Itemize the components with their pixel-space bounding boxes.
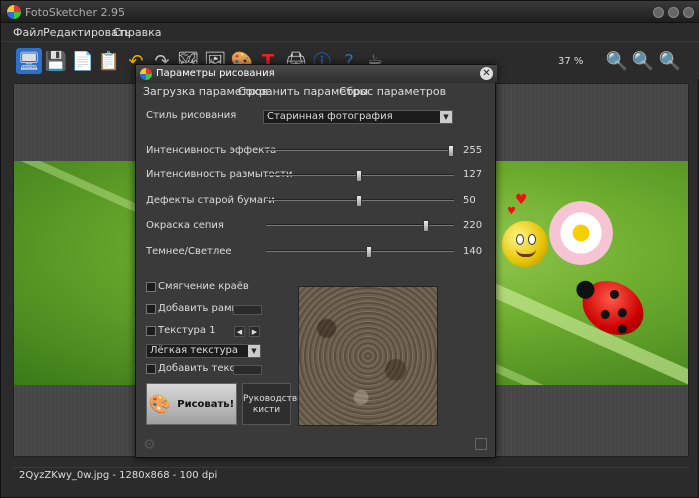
slider-sepia[interactable] xyxy=(266,220,454,232)
reset-settings-menu[interactable]: Сброс параметров xyxy=(339,85,446,98)
smiley-image xyxy=(502,221,548,267)
smooth-edges-label: Смягчение краёв xyxy=(158,281,249,292)
slider-label-paper: Дефекты старой бумаги xyxy=(146,195,275,206)
slider-brightness[interactable] xyxy=(266,246,454,258)
dialog-title: Параметры рисования xyxy=(156,68,275,79)
style-label: Стиль рисования xyxy=(146,110,237,121)
app-logo-icon xyxy=(140,68,152,80)
gear-icon[interactable]: ⚙ xyxy=(143,438,157,452)
slider-blur[interactable] xyxy=(266,170,454,182)
texture-prev-button[interactable]: ◀ xyxy=(234,326,245,337)
drawing-settings-dialog: Параметры рисования ✕ Загрузка параметро… xyxy=(135,64,497,458)
texture-preview xyxy=(298,286,438,426)
chevron-down-icon: ▼ xyxy=(440,111,452,123)
menu-help[interactable]: Справка xyxy=(113,26,161,39)
zoom-out-icon[interactable]: 🔍 xyxy=(630,48,656,74)
draw-button-label: Рисовать! xyxy=(177,398,235,410)
add-frame-label: Добавить рамку xyxy=(158,303,244,314)
brush-guide-line2: кисти xyxy=(252,405,281,415)
style-select[interactable]: Старинная фотография ▼ xyxy=(263,110,453,124)
copy-icon[interactable]: 📄 xyxy=(70,48,96,74)
paste-icon[interactable]: 📋 xyxy=(96,48,122,74)
save-icon[interactable]: 💾 xyxy=(43,48,69,74)
title-bar: FotoSketcher 2.95 xyxy=(1,1,699,23)
zoom-in-icon[interactable]: 🔍 xyxy=(604,48,630,74)
slider-effect[interactable] xyxy=(266,145,454,157)
palette-icon: 🎨 xyxy=(148,393,172,415)
slider-thumb[interactable] xyxy=(448,145,454,157)
slider-label-effect: Интенсивность эффекта xyxy=(146,145,277,156)
slider-value-paper: 50 xyxy=(463,195,476,206)
texture-next-button[interactable]: ▶ xyxy=(249,326,260,337)
add-frame-checkbox[interactable] xyxy=(146,304,156,314)
add-text-label: Добавить текст xyxy=(158,363,241,374)
brush-guide-line1: Руководство xyxy=(243,394,303,404)
flower-image xyxy=(549,201,613,265)
menu-bar: Файл Редактировать Справка xyxy=(1,23,699,41)
heart-icon: ♥ xyxy=(507,206,516,217)
brush-guide-button[interactable]: Руководство кисти xyxy=(242,383,303,425)
chevron-down-icon: ▼ xyxy=(248,345,260,357)
slider-thumb[interactable] xyxy=(366,246,372,258)
close-button[interactable] xyxy=(683,7,694,18)
resize-icon[interactable] xyxy=(475,438,487,450)
text-options-button[interactable] xyxy=(233,365,262,375)
menu-file[interactable]: Файл xyxy=(13,26,43,39)
texture-select-value: Лёгкая текстура xyxy=(150,345,239,356)
slider-thumb[interactable] xyxy=(356,170,362,182)
slider-label-sepia: Окраска сепия xyxy=(146,220,224,231)
frame-options-button[interactable] xyxy=(233,305,262,315)
slider-value-blur: 127 xyxy=(463,169,483,180)
heart-icon: ♥ xyxy=(515,192,528,208)
smooth-edges-checkbox[interactable] xyxy=(146,282,156,292)
zoom-level: 37 % xyxy=(558,56,584,67)
style-select-value: Старинная фотография xyxy=(267,111,393,122)
maximize-button[interactable] xyxy=(668,7,679,18)
slider-value-brightness: 140 xyxy=(463,246,483,257)
slider-value-sepia: 220 xyxy=(463,220,483,231)
slider-label-brightness: Темнее/Светлее xyxy=(146,246,232,257)
slider-paper[interactable] xyxy=(266,195,454,207)
zoom-fit-icon[interactable]: 🔍 xyxy=(657,48,683,74)
dialog-title-bar: Параметры рисования ✕ xyxy=(136,65,497,83)
texture-checkbox[interactable] xyxy=(146,326,156,336)
draw-button[interactable]: 🎨 Рисовать! xyxy=(146,383,237,425)
slider-value-effect: 255 xyxy=(463,145,483,156)
add-text-checkbox[interactable] xyxy=(146,364,156,374)
texture-label: Текстура 1 xyxy=(158,325,216,336)
dialog-close-button[interactable]: ✕ xyxy=(480,67,493,80)
status-bar: 2QyzZKwy_0w.jpg - 1280x868 - 100 dpi xyxy=(13,467,689,483)
minimize-button[interactable] xyxy=(653,7,664,18)
open-image-icon[interactable]: 🖥 xyxy=(16,48,42,74)
window-title: FotoSketcher 2.95 xyxy=(25,6,126,19)
texture-select[interactable]: Лёгкая текстура ▼ xyxy=(146,344,261,358)
slider-thumb[interactable] xyxy=(423,220,429,232)
app-logo-icon xyxy=(7,5,21,19)
status-text: 2QyzZKwy_0w.jpg - 1280x868 - 100 dpi xyxy=(19,470,218,481)
slider-thumb[interactable] xyxy=(356,195,362,207)
